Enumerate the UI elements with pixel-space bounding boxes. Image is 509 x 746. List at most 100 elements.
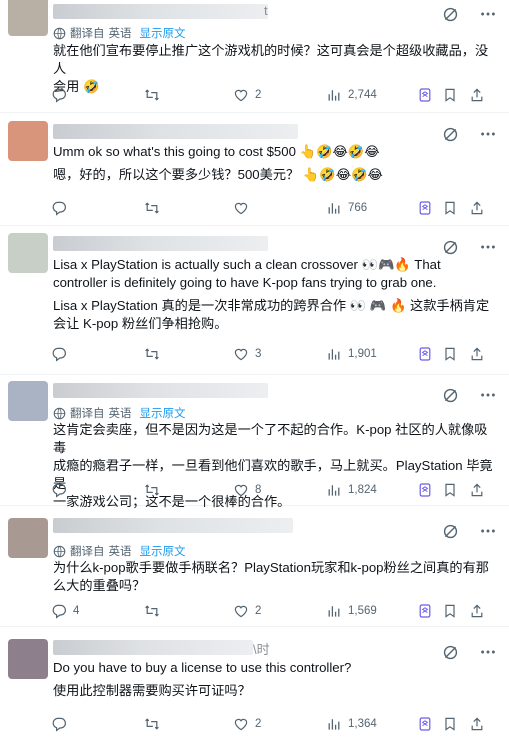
grok-bookmark-button[interactable]: [417, 716, 433, 732]
author-name-blurred[interactable]: [53, 4, 268, 19]
retweet-button[interactable]: [144, 716, 160, 732]
share-button[interactable]: [469, 87, 485, 103]
more-icon[interactable]: [479, 238, 497, 256]
views-button[interactable]: 766: [326, 200, 367, 216]
like-button[interactable]: 2: [233, 603, 261, 619]
share-button[interactable]: [469, 346, 485, 362]
avatar[interactable]: [8, 121, 48, 161]
retweet-icon: [145, 484, 159, 496]
views-icon: [328, 606, 340, 617]
grok-icon[interactable]: [442, 126, 459, 143]
reply-tweet[interactable]: Umm ok so what's this going to cost $500…: [0, 113, 509, 226]
share-icon: [471, 483, 483, 497]
reply-icon: [52, 604, 66, 619]
more-icon[interactable]: [479, 5, 497, 23]
like-button[interactable]: 2: [233, 87, 261, 103]
bookmark-icon: [445, 604, 455, 618]
retweet-icon: [145, 718, 159, 730]
avatar[interactable]: [8, 0, 48, 36]
bookmark-button[interactable]: [442, 716, 458, 732]
timestamp[interactable]: t: [264, 3, 268, 18]
reply-button[interactable]: [51, 346, 67, 362]
view-count: 2,744: [348, 89, 377, 101]
views-button[interactable]: 2,744: [326, 87, 377, 103]
reply-feed: t 翻译自 英语 显示原文 就在他们宣布要停止推广这个游戏机的时候？这可真会是个…: [0, 0, 509, 746]
more-icon[interactable]: [479, 386, 497, 404]
grok-bookmark-button[interactable]: [417, 603, 433, 619]
reply-button[interactable]: [51, 482, 67, 498]
retweet-button[interactable]: [144, 603, 160, 619]
author-name-blurred[interactable]: [53, 640, 253, 655]
avatar[interactable]: [8, 233, 48, 273]
share-button[interactable]: [469, 200, 485, 216]
reply-button[interactable]: [51, 716, 67, 732]
avatar[interactable]: [8, 639, 48, 679]
grok-bookmark-button[interactable]: [417, 87, 433, 103]
share-button[interactable]: [469, 482, 485, 498]
views-button[interactable]: 1,364: [326, 716, 377, 732]
grok-icon[interactable]: [442, 239, 459, 256]
retweet-button[interactable]: [144, 482, 160, 498]
bookmark-button[interactable]: [442, 200, 458, 216]
grok-bookmark-button[interactable]: [417, 482, 433, 498]
like-button[interactable]: 8: [233, 482, 261, 498]
views-button[interactable]: 1,824: [326, 482, 377, 498]
bookmark-grok-icon: [419, 347, 431, 361]
bookmark-button[interactable]: [442, 346, 458, 362]
grok-icon[interactable]: [442, 523, 459, 540]
reply-button[interactable]: 4: [51, 603, 79, 619]
author-name-blurred[interactable]: [53, 518, 293, 533]
grok-icon[interactable]: [442, 6, 459, 23]
like-icon: [234, 605, 248, 618]
grok-bookmark-button[interactable]: [417, 200, 433, 216]
reply-tweet[interactable]: 翻译自 英语 显示原文 为什么k-pop歌手要做手柄联名？PlayStation…: [0, 506, 509, 627]
show-original-link[interactable]: 显示原文: [140, 25, 186, 41]
bookmark-icon: [445, 88, 455, 102]
show-original-link[interactable]: 显示原文: [140, 543, 186, 559]
retweet-button[interactable]: [144, 87, 160, 103]
show-original-link[interactable]: 显示原文: [140, 405, 186, 421]
share-icon: [471, 201, 483, 215]
more-icon[interactable]: [479, 125, 497, 143]
share-button[interactable]: [469, 716, 485, 732]
bookmark-button[interactable]: [442, 87, 458, 103]
retweet-button[interactable]: [144, 346, 160, 362]
share-icon: [471, 88, 483, 102]
timestamp[interactable]: \时: [253, 639, 270, 658]
author-name-blurred[interactable]: [53, 383, 268, 398]
avatar[interactable]: [8, 381, 48, 421]
view-count: 1,569: [348, 605, 377, 617]
retweet-button[interactable]: [144, 200, 160, 216]
views-button[interactable]: 1,901: [326, 346, 377, 362]
views-icon: [328, 203, 340, 214]
reply-icon: [52, 347, 66, 362]
grok-bookmark-button[interactable]: [417, 346, 433, 362]
views-button[interactable]: 1,569: [326, 603, 377, 619]
reply-tweet[interactable]: 翻译自 英语 显示原文 这肯定会卖座，但不是因为这是一个了不起的合作。K-pop…: [0, 375, 509, 509]
bookmark-button[interactable]: [442, 603, 458, 619]
reply-tweet[interactable]: \时 Do you have to buy a license to use t…: [0, 627, 509, 746]
reply-button[interactable]: [51, 87, 67, 103]
like-button[interactable]: [233, 200, 249, 216]
like-count: 2: [255, 605, 262, 617]
reply-button[interactable]: [51, 200, 67, 216]
reply-tweet[interactable]: t 翻译自 英语 显示原文 就在他们宣布要停止推广这个游戏机的时候？这可真会是个…: [0, 0, 509, 113]
tweet-text-line: 么大的重叠吗？: [53, 578, 146, 593]
like-button[interactable]: 2: [233, 716, 261, 732]
reply-tweet[interactable]: Lisa x PlayStation is actually such a cl…: [0, 226, 509, 375]
like-button[interactable]: 3: [233, 346, 261, 362]
views-icon: [328, 349, 340, 360]
translated-from-label: 翻译自: [70, 546, 105, 558]
more-icon[interactable]: [479, 522, 497, 540]
author-name-blurred[interactable]: [53, 236, 268, 251]
source-language: 英语: [108, 28, 132, 40]
bookmark-grok-icon: [419, 88, 431, 102]
share-button[interactable]: [469, 603, 485, 619]
grok-icon[interactable]: [442, 387, 459, 404]
avatar[interactable]: [8, 518, 48, 558]
bookmark-button[interactable]: [442, 482, 458, 498]
view-count: 1,364: [348, 718, 377, 730]
author-name-blurred[interactable]: [53, 124, 298, 139]
like-count: 3: [255, 348, 262, 360]
tweet-text-line: 会让 K-pop 粉丝们争相抢购。: [53, 316, 228, 331]
